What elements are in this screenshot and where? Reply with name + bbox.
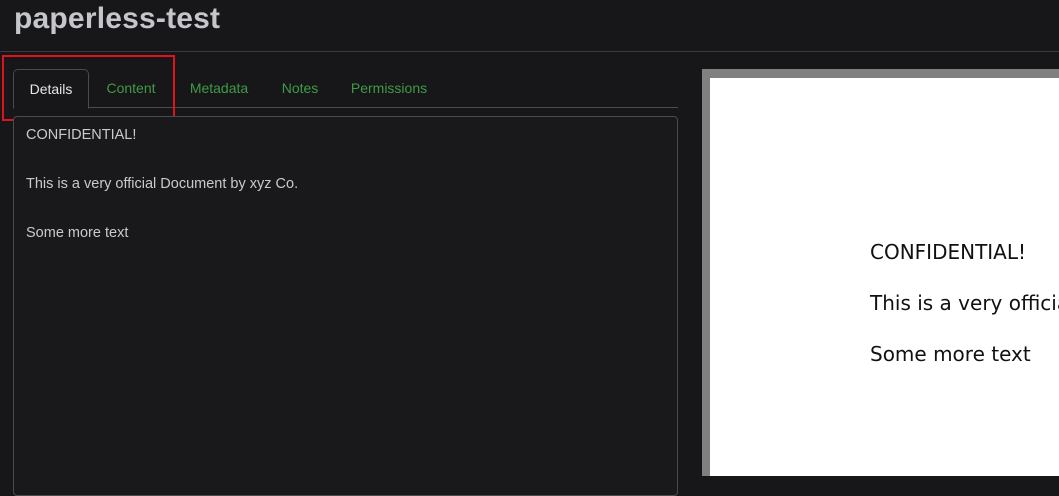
- content-line: Some more text: [26, 225, 129, 241]
- tab-details[interactable]: Details: [13, 69, 89, 109]
- page-title: paperless-test: [14, 2, 221, 35]
- preview-page: CONFIDENTIAL! This is a very official Do…: [710, 78, 1059, 476]
- preview-line: Some more text: [870, 342, 1031, 366]
- document-preview[interactable]: CONFIDENTIAL! This is a very official Do…: [702, 69, 1059, 476]
- tab-content[interactable]: Content: [91, 69, 171, 108]
- tab-bar: Details Content Metadata Notes Permissio…: [13, 69, 678, 109]
- tab-metadata[interactable]: Metadata: [176, 69, 262, 108]
- details-pane: Details Content Metadata Notes Permissio…: [0, 53, 690, 496]
- tab-notes[interactable]: Notes: [270, 69, 330, 108]
- content-line: CONFIDENTIAL!: [26, 127, 137, 143]
- tab-permissions[interactable]: Permissions: [343, 69, 435, 108]
- preview-line: This is a very official Document by xyz …: [870, 291, 1059, 315]
- preview-line: CONFIDENTIAL!: [870, 240, 1027, 264]
- app-header: paperless-test: [0, 0, 1059, 52]
- content-line: This is a very official Document by xyz …: [26, 176, 299, 192]
- content-textarea[interactable]: CONFIDENTIAL! This is a very official Do…: [13, 116, 678, 496]
